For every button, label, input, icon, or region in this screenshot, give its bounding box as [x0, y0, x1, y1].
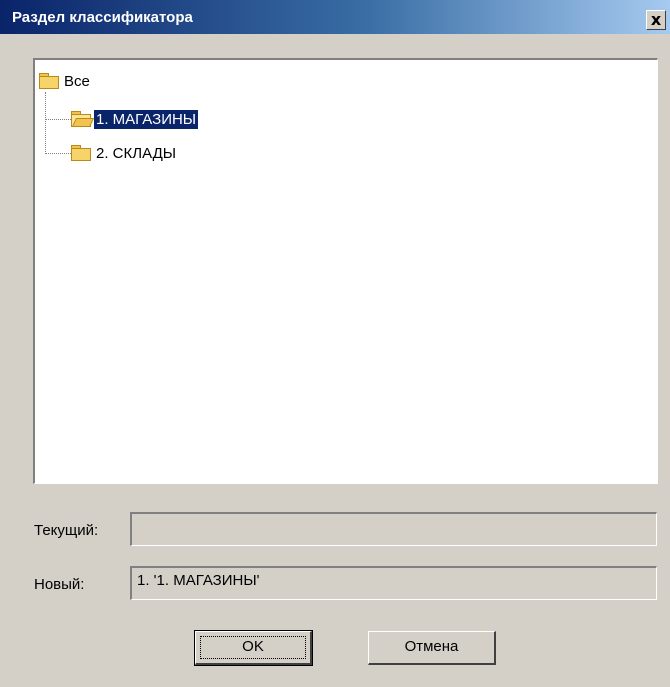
classifier-tree[interactable]: Все 1. МАГАЗИНЫ 2. СКЛАДЫ: [33, 58, 658, 484]
tree-node-root[interactable]: Все: [39, 70, 92, 92]
title-bar[interactable]: Раздел классификатора x: [0, 0, 670, 34]
tree-node-label: 1. МАГАЗИНЫ: [94, 109, 199, 129]
tree-connector-vertical: [45, 92, 46, 154]
focus-rectangle: [200, 636, 306, 659]
cancel-button[interactable]: Отмена: [368, 631, 496, 665]
tree-node-shops[interactable]: 1. МАГАЗИНЫ: [71, 108, 199, 130]
tree-node-label: Все: [64, 72, 90, 90]
tree-connector-horizontal: [45, 119, 71, 120]
folder-closed-icon: [71, 145, 91, 161]
new-label: Новый:: [34, 576, 85, 593]
folder-open-icon: [71, 111, 95, 127]
tree-connector-horizontal: [45, 153, 71, 154]
folder-closed-icon: [39, 73, 59, 89]
new-field[interactable]: 1. '1. МАГАЗИНЫ': [130, 566, 657, 600]
cancel-button-label: Отмена: [404, 638, 459, 655]
ok-button[interactable]: OK: [194, 630, 313, 666]
current-field[interactable]: [130, 512, 657, 546]
tree-node-warehouses[interactable]: 2. СКЛАДЫ: [71, 142, 178, 164]
tree-node-label: 2. СКЛАДЫ: [96, 144, 177, 162]
window-title: Раздел классификатора: [12, 9, 193, 26]
current-label: Текущий:: [34, 522, 99, 539]
close-button[interactable]: x: [646, 10, 666, 30]
